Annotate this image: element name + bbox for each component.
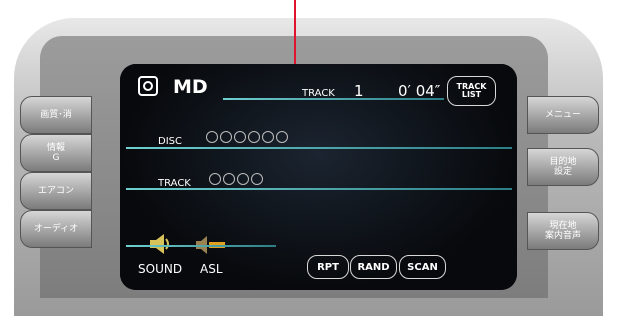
disc-slot-6 bbox=[276, 131, 288, 143]
track-slot-4 bbox=[251, 173, 263, 185]
button-audio-label: オーディオ bbox=[33, 224, 79, 234]
button-current-location-label: 現在地 案内音声 bbox=[544, 221, 581, 241]
button-destination-label: 目的地 設定 bbox=[549, 157, 577, 177]
track-list-button[interactable]: TRACK LIST bbox=[447, 76, 496, 106]
track-slot-3 bbox=[237, 173, 249, 185]
sound-icon[interactable] bbox=[146, 232, 174, 256]
disc-slot-1 bbox=[206, 131, 218, 143]
button-menu-label: メニュー bbox=[544, 110, 581, 120]
track-slot-2 bbox=[223, 173, 235, 185]
track-slot-1 bbox=[209, 173, 221, 185]
source-label: MD bbox=[173, 76, 208, 98]
button-picture-off[interactable]: 画質･消 bbox=[20, 96, 92, 134]
button-aircon-label: エアコン bbox=[37, 186, 74, 196]
disc-slot-4 bbox=[248, 131, 260, 143]
bottom-line bbox=[126, 245, 276, 247]
button-picture-off-label: 画質･消 bbox=[40, 110, 72, 120]
disc-slot-5 bbox=[262, 131, 274, 143]
disc-slot-3 bbox=[234, 131, 246, 143]
md-disc-icon bbox=[138, 76, 158, 96]
sound-label: SOUND bbox=[138, 262, 183, 276]
disc-indicator-row bbox=[206, 131, 288, 143]
disc-row-line bbox=[126, 147, 512, 149]
scan-button[interactable]: SCAN bbox=[399, 255, 446, 279]
button-audio[interactable]: オーディオ bbox=[20, 210, 92, 248]
rpt-button[interactable]: RPT bbox=[307, 255, 349, 279]
button-destination[interactable]: 目的地 設定 bbox=[527, 148, 599, 186]
track-row-line bbox=[126, 188, 512, 190]
rand-button[interactable]: RAND bbox=[350, 255, 397, 279]
button-current-location[interactable]: 現在地 案内音声 bbox=[527, 212, 599, 250]
button-info-label: 情報 G bbox=[46, 143, 65, 163]
button-info[interactable]: 情報 G bbox=[20, 134, 92, 172]
button-menu[interactable]: メニュー bbox=[527, 96, 599, 134]
disc-label: DISC bbox=[158, 136, 182, 147]
button-aircon[interactable]: エアコン bbox=[20, 172, 92, 210]
disc-slot-2 bbox=[220, 131, 232, 143]
asl-label: ASL bbox=[200, 262, 223, 276]
track-indicator-row bbox=[209, 173, 263, 185]
header-underline bbox=[223, 98, 444, 100]
